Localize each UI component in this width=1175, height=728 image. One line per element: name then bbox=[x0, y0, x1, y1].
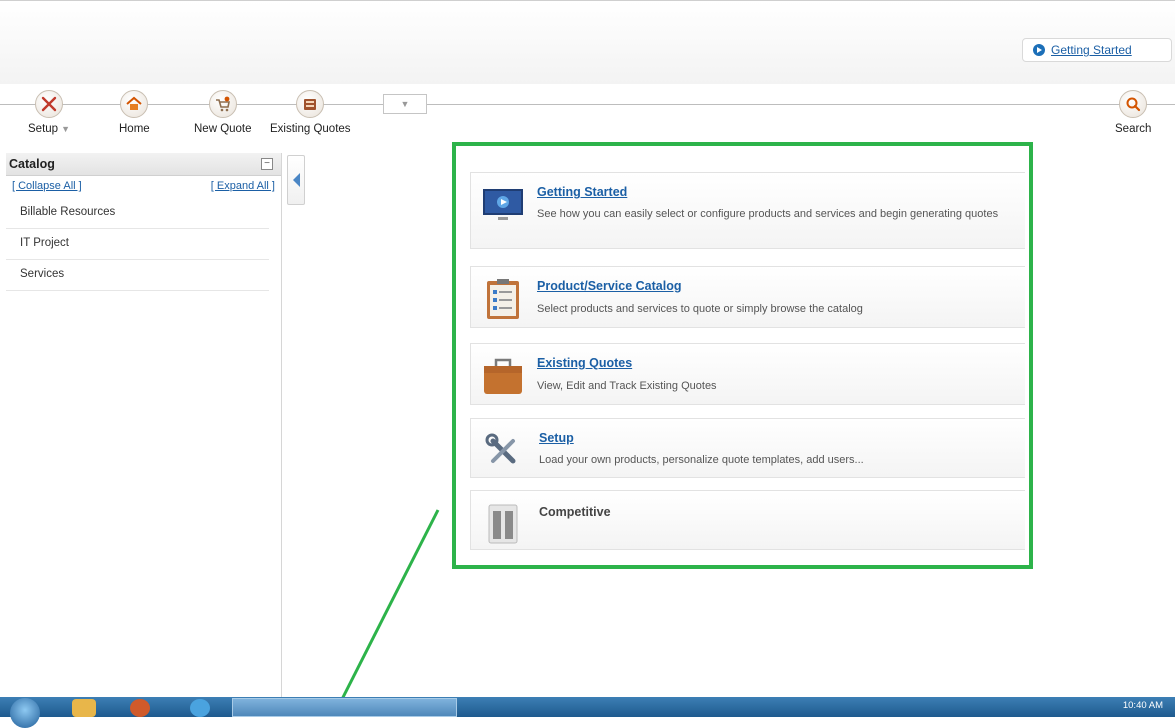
start-button[interactable] bbox=[10, 698, 40, 728]
folder-icon[interactable] bbox=[72, 699, 96, 717]
browser-icon[interactable] bbox=[130, 699, 150, 717]
new-quote-icon bbox=[208, 90, 237, 118]
windows-taskbar: 10:40 AM bbox=[0, 697, 1175, 728]
annotation-pointer-line bbox=[331, 509, 440, 717]
ie-icon[interactable] bbox=[190, 699, 210, 717]
taskbar-active-window[interactable] bbox=[232, 698, 457, 717]
taskbar-clock: 10:40 AM bbox=[1122, 700, 1163, 711]
wrench-icon bbox=[34, 90, 63, 118]
